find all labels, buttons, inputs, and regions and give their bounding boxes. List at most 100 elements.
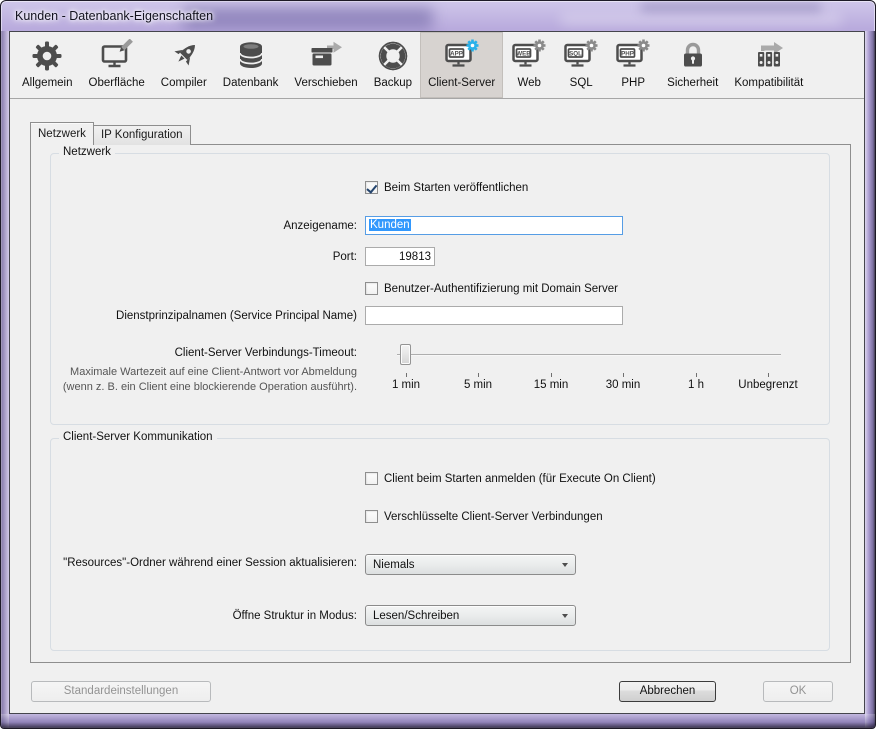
defaults-button[interactable]: Standardeinstellungen xyxy=(31,681,211,702)
titlebar[interactable]: Kunden - Datenbank-Eigenschaften xyxy=(1,1,875,31)
properties-toolbar: Allgemein Oberfläche xyxy=(10,32,864,99)
monitor-app-gear-icon: APP xyxy=(444,36,480,76)
rocket-icon xyxy=(167,36,201,76)
cancel-button[interactable]: Abbrechen xyxy=(619,681,716,702)
life-ring-icon xyxy=(376,36,410,76)
toolbar-item-label: Sicherheit xyxy=(667,77,718,89)
monitor-sql-gear-icon: SQL xyxy=(563,36,599,76)
servers-arrow-icon xyxy=(752,36,786,76)
group-title: Client-Server Kommunikation xyxy=(59,431,217,443)
slider-tick xyxy=(406,373,407,377)
toolbar-item-datenbank[interactable]: Datenbank xyxy=(215,32,287,98)
tab-panel-netzwerk: Netzwerk Beim Starten veröffentlichen An… xyxy=(30,144,851,663)
monitor-php-gear-icon: PHP xyxy=(615,36,651,76)
toolbar-item-oberflaeche[interactable]: Oberfläche xyxy=(81,32,153,98)
window-frame-left xyxy=(1,31,9,728)
timeout-slider: 1 min 5 min 15 min 30 min 1 h Unbegrenzt xyxy=(397,344,781,396)
toolbar-item-verschieben[interactable]: Verschieben xyxy=(286,32,365,98)
toolbar-item-label: Allgemein xyxy=(22,77,73,89)
toolbar-item-label: Compiler xyxy=(161,77,207,89)
monitor-web-gear-icon: WEB xyxy=(511,36,547,76)
toolbar-item-backup[interactable]: Backup xyxy=(366,32,420,98)
selected-option: Niemals xyxy=(373,559,415,571)
checkbox-label: Client beim Starten anmelden (für Execut… xyxy=(384,473,656,485)
chevron-down-icon xyxy=(562,563,568,567)
slider-tick-label: 1 h xyxy=(688,379,704,391)
toolbar-item-label: SQL xyxy=(570,77,593,89)
toolbar-item-label: Kompatibilität xyxy=(734,77,803,89)
chevron-down-icon xyxy=(562,614,568,618)
display-name-input[interactable]: Kunden xyxy=(365,216,623,235)
toolbar-item-php[interactable]: PHP xyxy=(607,32,659,98)
timeout-help-text: Maximale Wartezeit auf eine Client-Antwo… xyxy=(51,365,357,395)
domain-auth-checkbox[interactable]: Benutzer-Authentifizierung mit Domain Se… xyxy=(365,282,618,295)
toolbar-item-sicherheit[interactable]: Sicherheit xyxy=(659,32,726,98)
checkbox-label: Beim Starten veröffentlichen xyxy=(384,182,528,194)
padlock-icon xyxy=(676,36,710,76)
window-frame-right xyxy=(865,31,875,728)
toolbar-item-compiler[interactable]: Compiler xyxy=(153,32,215,98)
window-title: Kunden - Datenbank-Eigenschaften xyxy=(15,1,213,31)
register-on-startup-checkbox[interactable]: Client beim Starten anmelden (für Execut… xyxy=(365,472,656,485)
slider-tick xyxy=(768,373,769,377)
display-name-label: Anzeigename: xyxy=(51,219,357,234)
toolbar-item-label: Backup xyxy=(374,77,412,89)
database-properties-window: Kunden - Datenbank-Eigenschaften xyxy=(0,0,876,729)
svg-text:APP: APP xyxy=(450,50,463,57)
titlebar-glass-overlay xyxy=(561,14,841,25)
spn-label: Dienstprinzipalnamen (Service Principal … xyxy=(51,309,357,324)
selected-option: Lesen/Schreiben xyxy=(373,610,459,622)
checkbox-checked-icon[interactable] xyxy=(365,181,378,194)
titlebar-glass-overlay xyxy=(183,7,433,29)
publish-on-startup-checkbox[interactable]: Beim Starten veröffentlichen xyxy=(365,181,528,194)
toolbar-item-sql[interactable]: SQL xyxy=(555,32,607,98)
toolbar-item-allgemein[interactable]: Allgemein xyxy=(14,32,81,98)
selected-text: Kunden xyxy=(369,219,411,231)
slider-tick-label: 15 min xyxy=(534,379,569,391)
group-netzwerk: Netzwerk Beim Starten veröffentlichen An… xyxy=(50,153,830,425)
tab-netzwerk[interactable]: Netzwerk xyxy=(30,122,94,145)
checkbox-unchecked-icon[interactable] xyxy=(365,472,378,485)
tab-bar: Netzwerk IP Konfiguration xyxy=(30,122,190,145)
timeout-label: Client-Server Verbindungs-Timeout: xyxy=(51,346,357,361)
group-title: Netzwerk xyxy=(59,146,115,158)
slider-tick xyxy=(696,373,697,377)
monitor-pencil-icon xyxy=(100,36,134,76)
group-client-server-kommunikation: Client-Server Kommunikation Client beim … xyxy=(50,438,830,651)
slider-thumb[interactable] xyxy=(400,344,411,365)
slider-tick xyxy=(478,373,479,377)
encrypted-connections-checkbox[interactable]: Verschlüsselte Client-Server Verbindunge… xyxy=(365,510,603,523)
port-input[interactable] xyxy=(365,247,435,266)
slider-tick-label: Unbegrenzt xyxy=(738,379,797,391)
svg-text:SQL: SQL xyxy=(569,50,582,57)
slider-tick-label: 30 min xyxy=(606,379,641,391)
resources-folder-label: "Resources"-Ordner während einer Session… xyxy=(51,556,357,571)
slider-track[interactable] xyxy=(397,354,781,356)
toolbar-item-label: Verschieben xyxy=(294,77,357,89)
toolbar-item-label: Datenbank xyxy=(223,77,279,89)
slider-tick xyxy=(551,373,552,377)
svg-text:WEB: WEB xyxy=(516,50,531,57)
toolbar-item-web[interactable]: WEB xyxy=(503,32,555,98)
checkbox-unchecked-icon[interactable] xyxy=(365,510,378,523)
toolbar-item-label: Web xyxy=(517,77,540,89)
checkbox-label: Verschlüsselte Client-Server Verbindunge… xyxy=(384,511,603,523)
box-arrow-icon xyxy=(309,36,343,76)
slider-tick-label: 1 min xyxy=(392,379,420,391)
spn-input[interactable] xyxy=(365,306,623,325)
slider-tick-label: 5 min xyxy=(464,379,492,391)
toolbar-item-label: Oberfläche xyxy=(89,77,145,89)
database-icon xyxy=(234,36,268,76)
toolbar-item-kompatibilitaet[interactable]: Kompatibilität xyxy=(726,32,811,98)
resources-folder-select[interactable]: Niemals xyxy=(365,554,576,575)
checkbox-unchecked-icon[interactable] xyxy=(365,282,378,295)
checkbox-label: Benutzer-Authentifizierung mit Domain Se… xyxy=(384,283,618,295)
toolbar-item-label: Client-Server xyxy=(428,77,495,89)
ok-button[interactable]: OK xyxy=(763,681,833,702)
toolbar-item-client-server[interactable]: APP xyxy=(420,32,503,98)
tab-ip-konfiguration[interactable]: IP Konfiguration xyxy=(93,125,191,145)
svg-text:PHP: PHP xyxy=(621,50,634,57)
open-mode-label: Öffne Struktur in Modus: xyxy=(51,609,357,624)
open-mode-select[interactable]: Lesen/Schreiben xyxy=(365,605,576,626)
titlebar-glass-overlay xyxy=(641,3,821,12)
